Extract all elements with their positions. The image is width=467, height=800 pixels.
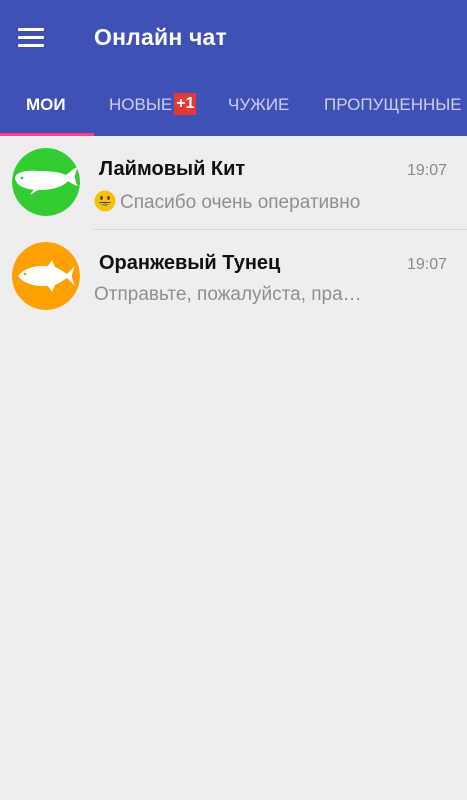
app-bar: Онлайн чат МОИ НОВЫЕ +1 ЧУЖИЕ ПРОПУЩЕННЫЕ	[0, 0, 467, 136]
chat-contact-name: Оранжевый Тунец	[99, 252, 281, 274]
tab-missed[interactable]: ПРОПУЩЕННЫЕ	[324, 80, 462, 136]
tab-new-label: НОВЫЕ	[109, 95, 173, 114]
whale-icon	[12, 148, 80, 216]
tab-mine[interactable]: МОИ	[26, 80, 66, 136]
chat-item-lime-whale[interactable]: Лаймовый Кит 19:07 Спасибо очень операти…	[0, 136, 467, 230]
new-count-badge: +1	[174, 92, 197, 115]
app-title: Онлайн чат	[94, 24, 228, 50]
tab-others-label: ЧУЖИЕ	[228, 95, 290, 114]
chat-contact-name: Лаймовый Кит	[99, 158, 246, 180]
tuna-fish-icon	[12, 242, 80, 310]
chat-time: 19:07	[406, 256, 447, 273]
chat-preview: Отправьте, пожалуйста, пра…	[94, 284, 362, 305]
hamburger-menu-icon[interactable]	[18, 26, 44, 48]
smiley-emoji-icon	[94, 190, 116, 212]
chat-time: 19:07	[406, 162, 447, 179]
tab-others[interactable]: ЧУЖИЕ	[228, 80, 289, 136]
tab-missed-label: ПРОПУЩЕННЫЕ	[324, 95, 462, 114]
chat-preview: Спасибо очень оперативно	[94, 190, 394, 214]
chat-preview-text: Спасибо очень оперативно	[120, 192, 361, 213]
tab-bar: МОИ НОВЫЕ +1 ЧУЖИЕ ПРОПУЩЕННЫЕ	[0, 80, 467, 136]
tab-new[interactable]: НОВЫЕ +1	[109, 80, 197, 136]
chat-item-orange-tuna[interactable]: Оранжевый Тунец 19:07 Отправьте, пожалуй…	[0, 230, 467, 324]
tab-mine-label: МОИ	[26, 95, 66, 114]
chat-list: Лаймовый Кит 19:07 Спасибо очень операти…	[0, 136, 467, 324]
